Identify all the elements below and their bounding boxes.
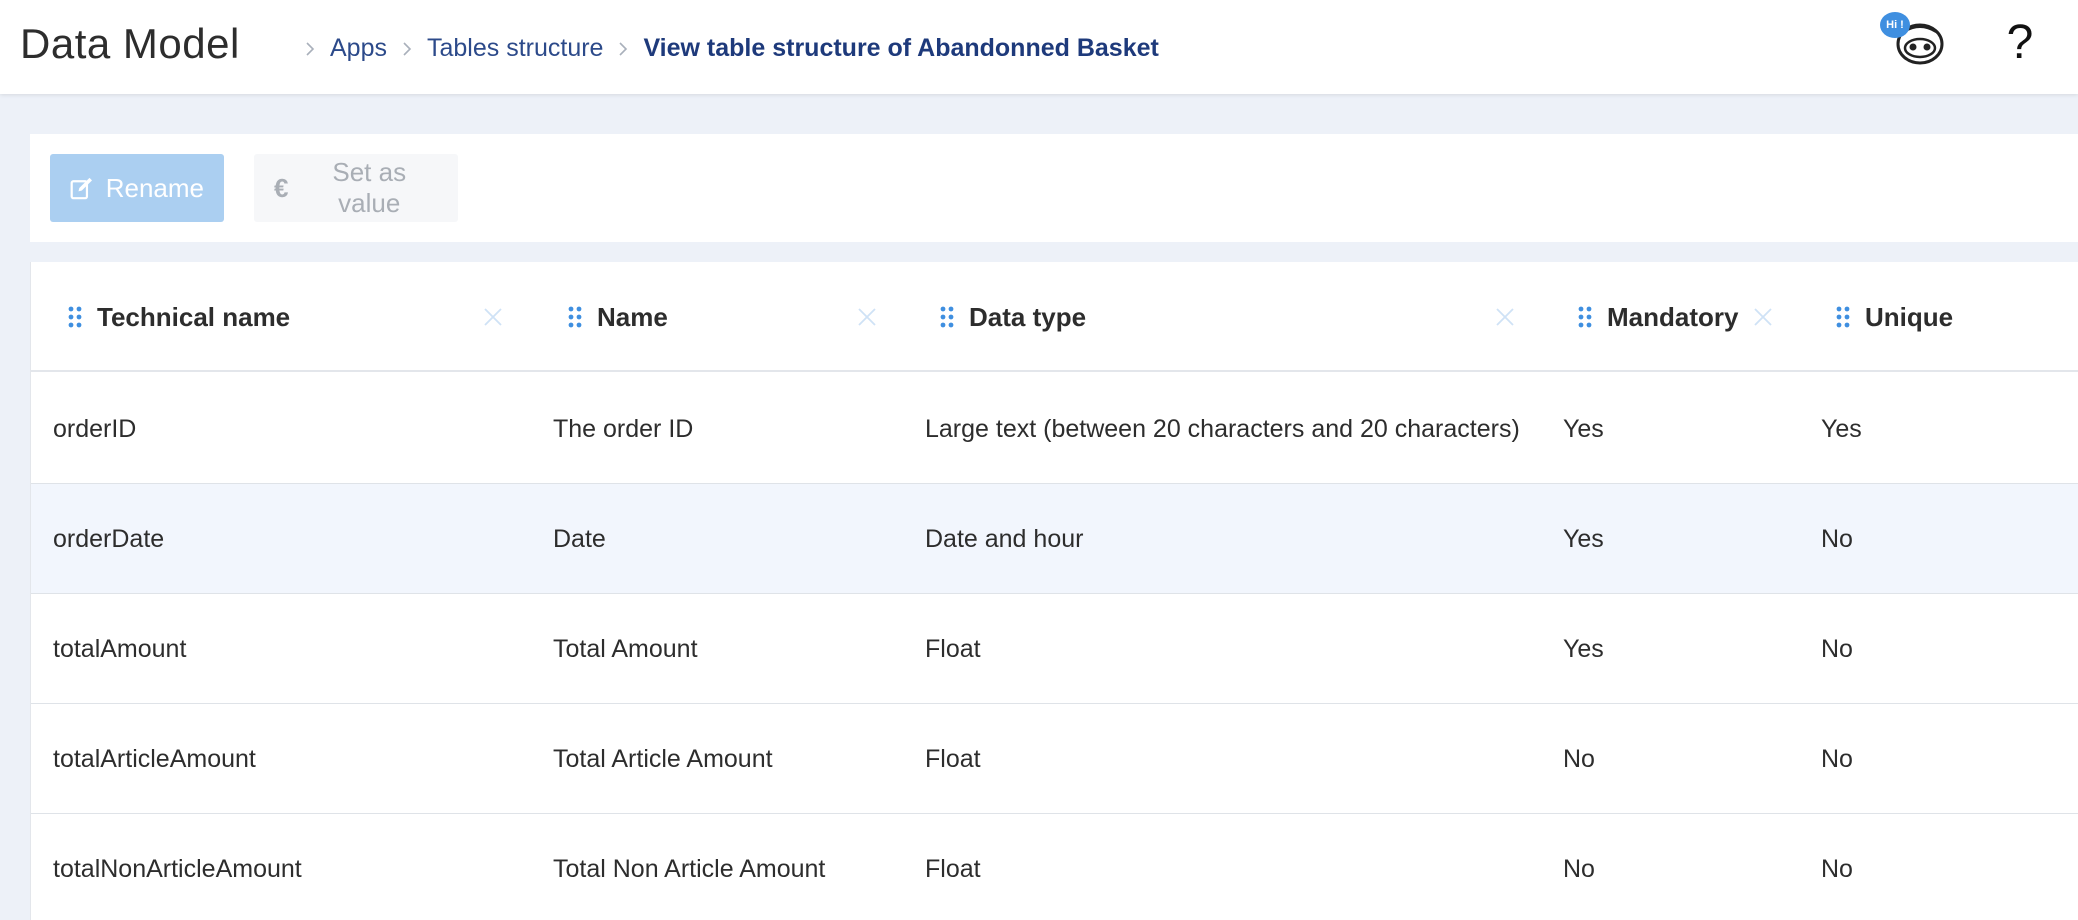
drag-handle-icon[interactable] (565, 305, 585, 329)
action-toolbar: Rename € Set as value (30, 134, 2078, 242)
cell-name: Total Amount (553, 634, 698, 663)
breadcrumb-current: View table structure of Abandonned Baske… (643, 34, 1159, 62)
cell-data-type: Date and hour (925, 524, 1084, 553)
drag-handle-icon[interactable] (937, 305, 957, 329)
column-header-data-type[interactable]: Data type (937, 262, 1086, 372)
help-button[interactable]: ? (2000, 18, 2040, 68)
cell-technical-name: totalNonArticleAmount (53, 854, 302, 883)
cell-name: Total Non Article Amount (553, 854, 826, 883)
column-header-unique[interactable]: Unique (1833, 262, 1953, 372)
cell-data-type: Large text (between 20 characters and 20… (925, 414, 1520, 443)
column-header-label: Mandatory (1607, 301, 1739, 332)
column-header-label: Name (597, 301, 668, 332)
column-header-label: Technical name (97, 301, 291, 332)
cell-technical-name: totalArticleAmount (53, 744, 256, 773)
close-icon[interactable] (1753, 307, 1773, 327)
cell-mandatory: Yes (1563, 414, 1604, 443)
assistant-bot-button[interactable]: Hi ! (1880, 12, 1944, 72)
table-row[interactable]: orderID The order ID Large text (between… (31, 374, 2078, 484)
cell-mandatory: No (1563, 744, 1595, 773)
breadcrumb: Apps Tables structure View table structu… (290, 34, 1159, 63)
app-title: Data Model (20, 20, 240, 67)
cell-name: Total Article Amount (553, 744, 773, 773)
cell-data-type: Float (925, 854, 981, 883)
chevron-right-icon (387, 35, 427, 63)
cell-mandatory: Yes (1563, 524, 1604, 553)
breadcrumb-tables-structure[interactable]: Tables structure (427, 34, 603, 63)
rename-label: Rename (105, 172, 204, 203)
table-row[interactable]: totalAmount Total Amount Float Yes No (31, 594, 2078, 704)
chevron-right-icon (603, 35, 643, 63)
chevron-right-icon (290, 35, 330, 63)
cell-name: Date (553, 524, 606, 553)
cell-mandatory: Yes (1563, 634, 1604, 663)
close-icon[interactable] (1495, 307, 1515, 327)
cell-technical-name: orderID (53, 414, 137, 443)
drag-handle-icon[interactable] (1833, 305, 1853, 329)
euro-icon: € (274, 172, 289, 203)
top-header: Data Model Apps Tables structure View ta… (0, 0, 2078, 94)
drag-handle-icon[interactable] (1575, 305, 1595, 329)
cell-technical-name: orderDate (53, 524, 165, 553)
column-header-label: Data type (969, 301, 1087, 332)
cell-data-type: Float (925, 744, 981, 773)
table-row[interactable]: totalArticleAmount Total Article Amount … (31, 704, 2078, 814)
cell-data-type: Float (925, 634, 981, 663)
close-icon[interactable] (483, 307, 503, 327)
set-as-value-label: Set as value (332, 157, 407, 218)
column-header-name[interactable]: Name (565, 262, 668, 372)
table-header-row: Technical name Name Data type Mandatory … (31, 262, 2078, 372)
rename-button[interactable]: Rename (50, 154, 224, 222)
table-structure-grid: Technical name Name Data type Mandatory … (30, 262, 2078, 920)
column-header-technical-name[interactable]: Technical name (65, 262, 290, 372)
column-header-label: Unique (1865, 301, 1954, 332)
set-as-value-button[interactable]: € Set as value (254, 154, 458, 222)
breadcrumb-apps[interactable]: Apps (330, 34, 387, 63)
cell-unique: No (1821, 854, 1853, 883)
cell-unique: No (1821, 524, 1853, 553)
cell-mandatory: No (1563, 854, 1595, 883)
cell-name: The order ID (553, 414, 694, 443)
cell-unique: No (1821, 744, 1853, 773)
bot-greeting-badge: Hi ! (1880, 12, 1910, 38)
cell-unique: Yes (1821, 414, 1862, 443)
column-header-mandatory[interactable]: Mandatory (1575, 262, 1738, 372)
table-row[interactable]: orderDate Date Date and hour Yes No (31, 484, 2078, 594)
edit-icon (70, 177, 93, 200)
table-row[interactable]: totalNonArticleAmount Total Non Article … (31, 814, 2078, 920)
drag-handle-icon[interactable] (65, 305, 85, 329)
close-icon[interactable] (857, 307, 877, 327)
cell-technical-name: totalAmount (53, 634, 187, 663)
cell-unique: No (1821, 634, 1853, 663)
